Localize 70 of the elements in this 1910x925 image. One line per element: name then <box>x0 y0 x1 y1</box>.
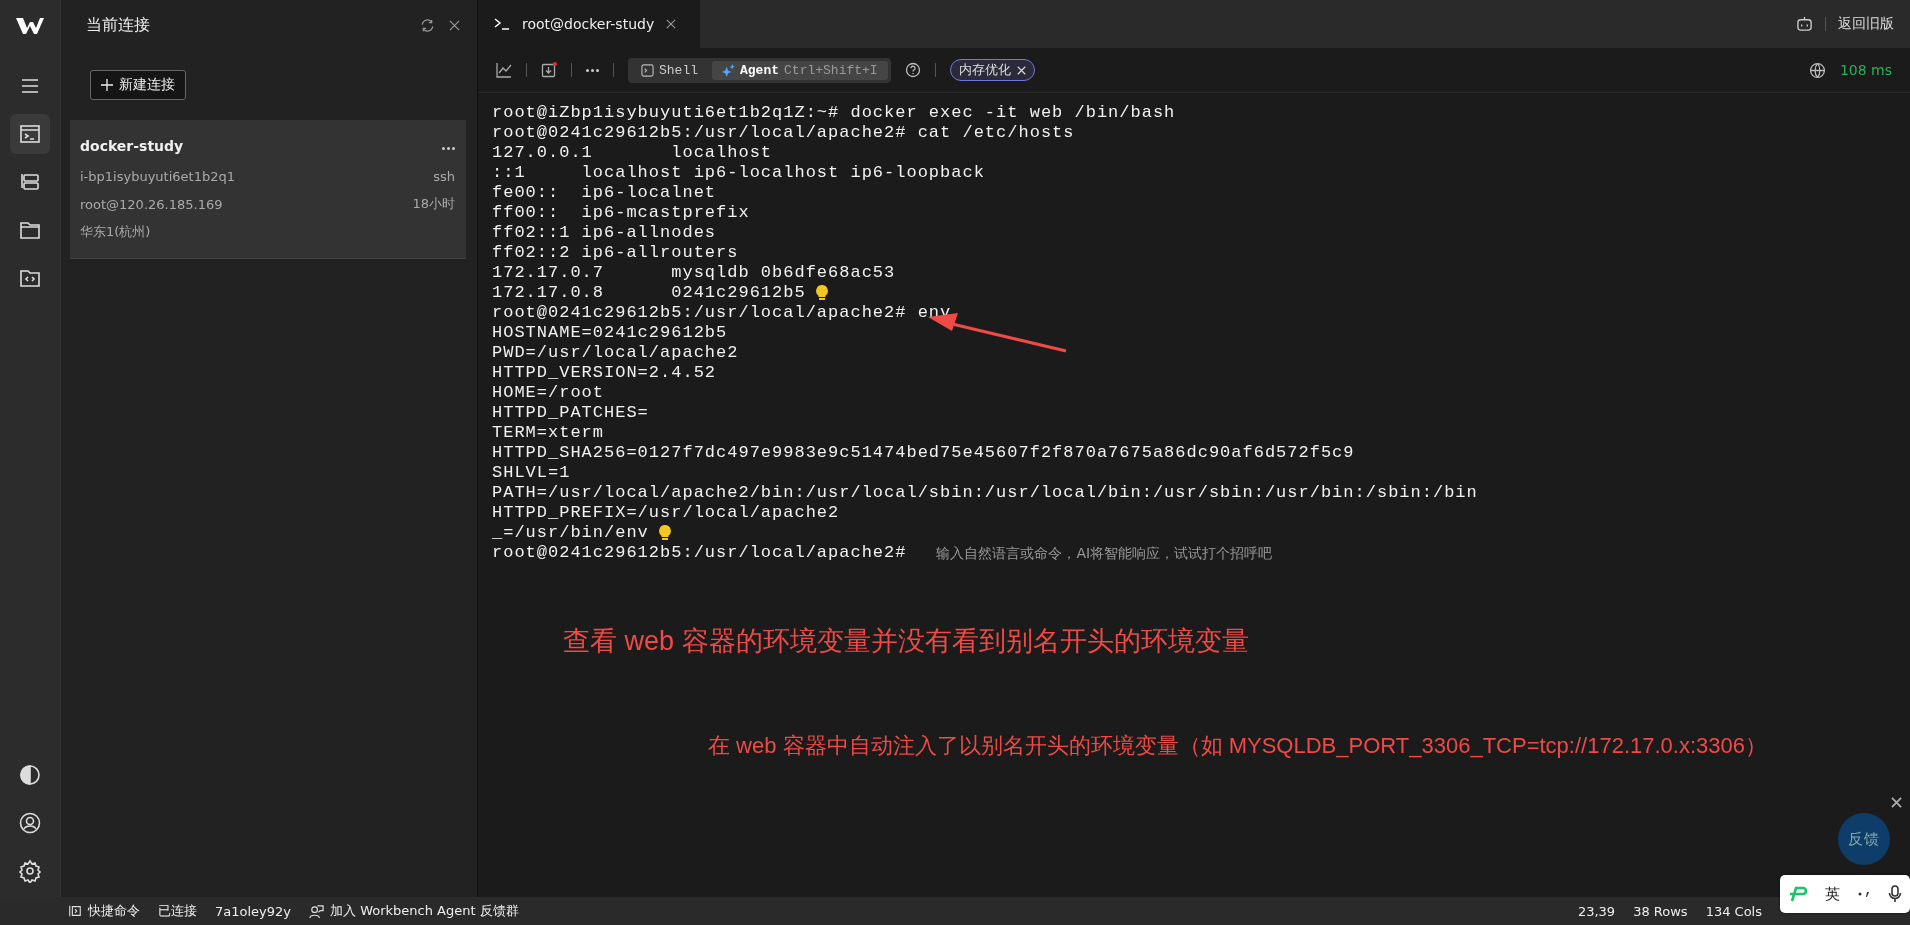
host-address: root@120.26.185.169 <box>80 196 223 212</box>
terminal-line: ff00:: ip6-mcastprefix <box>492 203 750 223</box>
annotation-text: 查看 web 容器的环境变量并没有看到别名开头的环境变量 <box>563 625 1249 658</box>
status-text: 7a1oley92y <box>215 903 291 919</box>
mode-tab[interactable]: Shell <box>631 60 708 80</box>
terminal-line: PWD=/usr/local/apache2 <box>492 343 739 363</box>
connection-time: 18小时 <box>412 195 455 213</box>
close-icon[interactable] <box>1891 797 1902 808</box>
status-text: 38 Rows <box>1633 903 1688 919</box>
terminal-line: HTTPD_SHA256=0127f7dc497e9983e9c51474bed75e45607f2f870a7675a86dc90af6d572f5c9 <box>492 443 1355 463</box>
region-label: 华东1(杭州) <box>80 223 151 241</box>
terminal-line: HTTPD_VERSION=2.4.52 <box>492 363 717 383</box>
microphone-icon[interactable] <box>1887 885 1902 903</box>
annotation-text: 在 web 容器中自动注入了以别名开头的环境变量（如 MYSQLDB_PORT_3306_TCP=tcp://172.17.0.x:3306） <box>708 732 1767 760</box>
terminal-line: ff02::1 ip6-allnodes <box>492 223 717 243</box>
status-text: 134 Cols <box>1705 903 1762 919</box>
refresh-icon[interactable] <box>420 17 435 33</box>
plus-icon <box>101 79 113 91</box>
terminal-line: 172.17.0.7 mysqldb 0b6dfe68ac53 <box>492 263 896 283</box>
logo-icon <box>15 16 45 36</box>
new-connection-button[interactable]: 新建连接 <box>90 70 186 100</box>
terminal-line: HOSTNAME=0241c29612b5 <box>492 323 728 343</box>
terminal-line: 172.17.0.8 0241c29612b5 <box>492 283 806 303</box>
terminal-line: HTTPD_PATCHES= <box>492 403 649 423</box>
terminal-line: _=/usr/bin/env <box>492 523 649 543</box>
status-text: 已连接 <box>158 902 197 920</box>
terminal-line: ff02::2 ip6-allrouters <box>492 243 739 263</box>
globe-icon <box>1808 61 1826 79</box>
input-mode-label[interactable]: 英 <box>1825 884 1841 904</box>
terminal-tab[interactable]: root@docker-study <box>478 0 701 48</box>
quick-command-button[interactable]: 快捷命令 <box>68 902 140 920</box>
terminal-line: root@0241c29612b5:/usr/local/apache2# cat /etc/hosts <box>492 123 1075 143</box>
terminal-icon[interactable] <box>10 114 50 154</box>
sidebar-title: 当前连接 <box>86 14 151 36</box>
terminal-line: TERM=xterm <box>492 423 605 443</box>
mode-tab[interactable]: Agent Ctrl+Shift+I <box>712 60 888 80</box>
terminal-line: SHLVL=1 <box>492 463 571 483</box>
feedback-button[interactable]: 反馈 <box>1838 813 1890 865</box>
feedback-group-link[interactable]: 加入 Workbench Agent 反馈群 <box>309 902 519 920</box>
terminal-line: fe00:: ip6-localnet <box>492 183 717 203</box>
status-text: 23,39 <box>1577 903 1616 919</box>
command-icon <box>68 904 82 918</box>
chart-icon[interactable] <box>496 62 512 78</box>
lightbulb-icon[interactable] <box>815 285 828 301</box>
sparkle-icon <box>722 63 735 77</box>
connection-name: docker-study <box>80 138 184 154</box>
close-icon[interactable] <box>666 19 677 29</box>
punctuation-icon[interactable] <box>1856 889 1871 899</box>
command-input[interactable]: 输入自然语言或命令，AI将智能响应，试试打个招呼吧 <box>936 545 1896 561</box>
terminal-line: PATH=/usr/local/apache2/bin:/usr/local/sbin:/usr/local/bin:/usr/sbin:/usr/bin:/sbin:/bin <box>492 483 1478 503</box>
close-icon[interactable] <box>449 19 460 31</box>
download-icon[interactable] <box>541 62 557 78</box>
shell-icon <box>641 63 654 77</box>
chat-user-icon <box>309 903 324 919</box>
old-version-link[interactable]: 返回旧版 <box>1838 15 1894 33</box>
latency-label: 108 ms <box>1839 62 1892 78</box>
robot-icon[interactable] <box>1796 15 1813 33</box>
terminal-prompt: root@0241c29612b5:/usr/local/apache2# <box>492 543 907 563</box>
terminal-line: HOME=/root <box>492 383 605 403</box>
lightbulb-icon[interactable] <box>658 525 671 541</box>
terminal-line: ::1 localhost ip6-localhost ip6-loopback <box>492 163 985 183</box>
instance-id: i-bp1isybuyuti6et1b2q1 <box>80 168 235 184</box>
terminal-line: HTTPD_PREFIX=/usr/local/apache2 <box>492 503 840 523</box>
connection-card[interactable]: docker-study i-bp1isybuyuti6et1b2q1 ssh root@120.26.185.169 18小时 华东1(杭州) <box>70 120 466 259</box>
memory-tag[interactable]: 内存优化 <box>949 59 1035 81</box>
protocol-label: ssh <box>433 168 455 184</box>
terminal-line: 127.0.0.1 localhost <box>492 143 773 163</box>
terminal-line: root@iZbp1isybuyuti6et1b2q1Z:~# docker exec -it web /bin/bash <box>492 103 1176 123</box>
prompt-icon <box>494 18 510 30</box>
help-icon[interactable] <box>904 62 921 78</box>
